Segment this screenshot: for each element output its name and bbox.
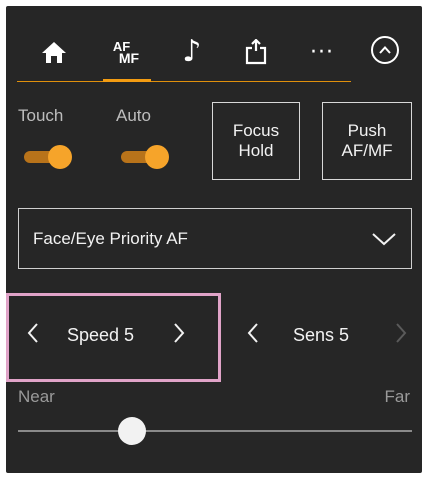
speed-decrease-button[interactable] — [26, 321, 40, 345]
chevron-down-icon — [372, 233, 396, 246]
focus-slider-track[interactable] — [18, 430, 412, 432]
focus-hold-label-line2: Hold — [238, 141, 274, 160]
tab-bar: AF MF ♪ ··· — [6, 6, 422, 86]
sens-increase-button[interactable] — [394, 321, 408, 345]
tab-more[interactable]: ··· — [302, 34, 342, 70]
mf-label: MF — [118, 49, 140, 66]
toggle-knob — [48, 145, 72, 169]
toggle-knob — [145, 145, 169, 169]
near-label: Near — [18, 387, 55, 406]
focus-mode-dropdown[interactable]: Face/Eye Priority AF — [18, 208, 412, 269]
home-icon — [42, 42, 66, 63]
sens-value: Sens 5 — [293, 325, 350, 345]
chevron-up-circle-icon — [379, 46, 391, 54]
auto-toggle[interactable] — [121, 145, 171, 169]
music-note-icon: ♪ — [182, 34, 202, 69]
push-af-mf-label-line1: Push — [347, 121, 387, 140]
speed-increase-button[interactable] — [172, 321, 186, 345]
focus-hold-label-line1: Focus — [232, 121, 280, 140]
more-icon: ··· — [310, 39, 334, 65]
collapse-button[interactable] — [371, 36, 399, 64]
focus-slider-handle[interactable] — [118, 417, 147, 445]
af-mf-icon: AF MF — [113, 39, 140, 66]
sens-decrease-button[interactable] — [246, 321, 260, 345]
far-label: Far — [384, 387, 411, 406]
touch-label: Touch — [18, 106, 64, 125]
focus-hold-button[interactable]: Focus Hold — [212, 102, 300, 180]
auto-label: Auto — [116, 106, 151, 125]
tab-home[interactable] — [36, 34, 72, 70]
tab-divider — [17, 81, 351, 82]
push-af-mf-label-line2: AF/MF — [341, 141, 393, 160]
push-af-mf-button[interactable]: Push AF/MF — [322, 102, 412, 180]
tab-af-mf[interactable]: AF MF — [104, 34, 148, 70]
tab-export[interactable] — [238, 34, 274, 70]
focus-panel: AF MF ♪ ··· Touch Auto Focus Hold Push A… — [6, 6, 422, 473]
speed-value: Speed 5 — [67, 325, 135, 345]
focus-mode-value: Face/Eye Priority AF — [33, 228, 188, 248]
export-icon — [245, 39, 267, 65]
tab-audio[interactable]: ♪ — [174, 34, 210, 70]
tab-active-indicator — [103, 79, 151, 82]
touch-toggle[interactable] — [24, 145, 74, 169]
